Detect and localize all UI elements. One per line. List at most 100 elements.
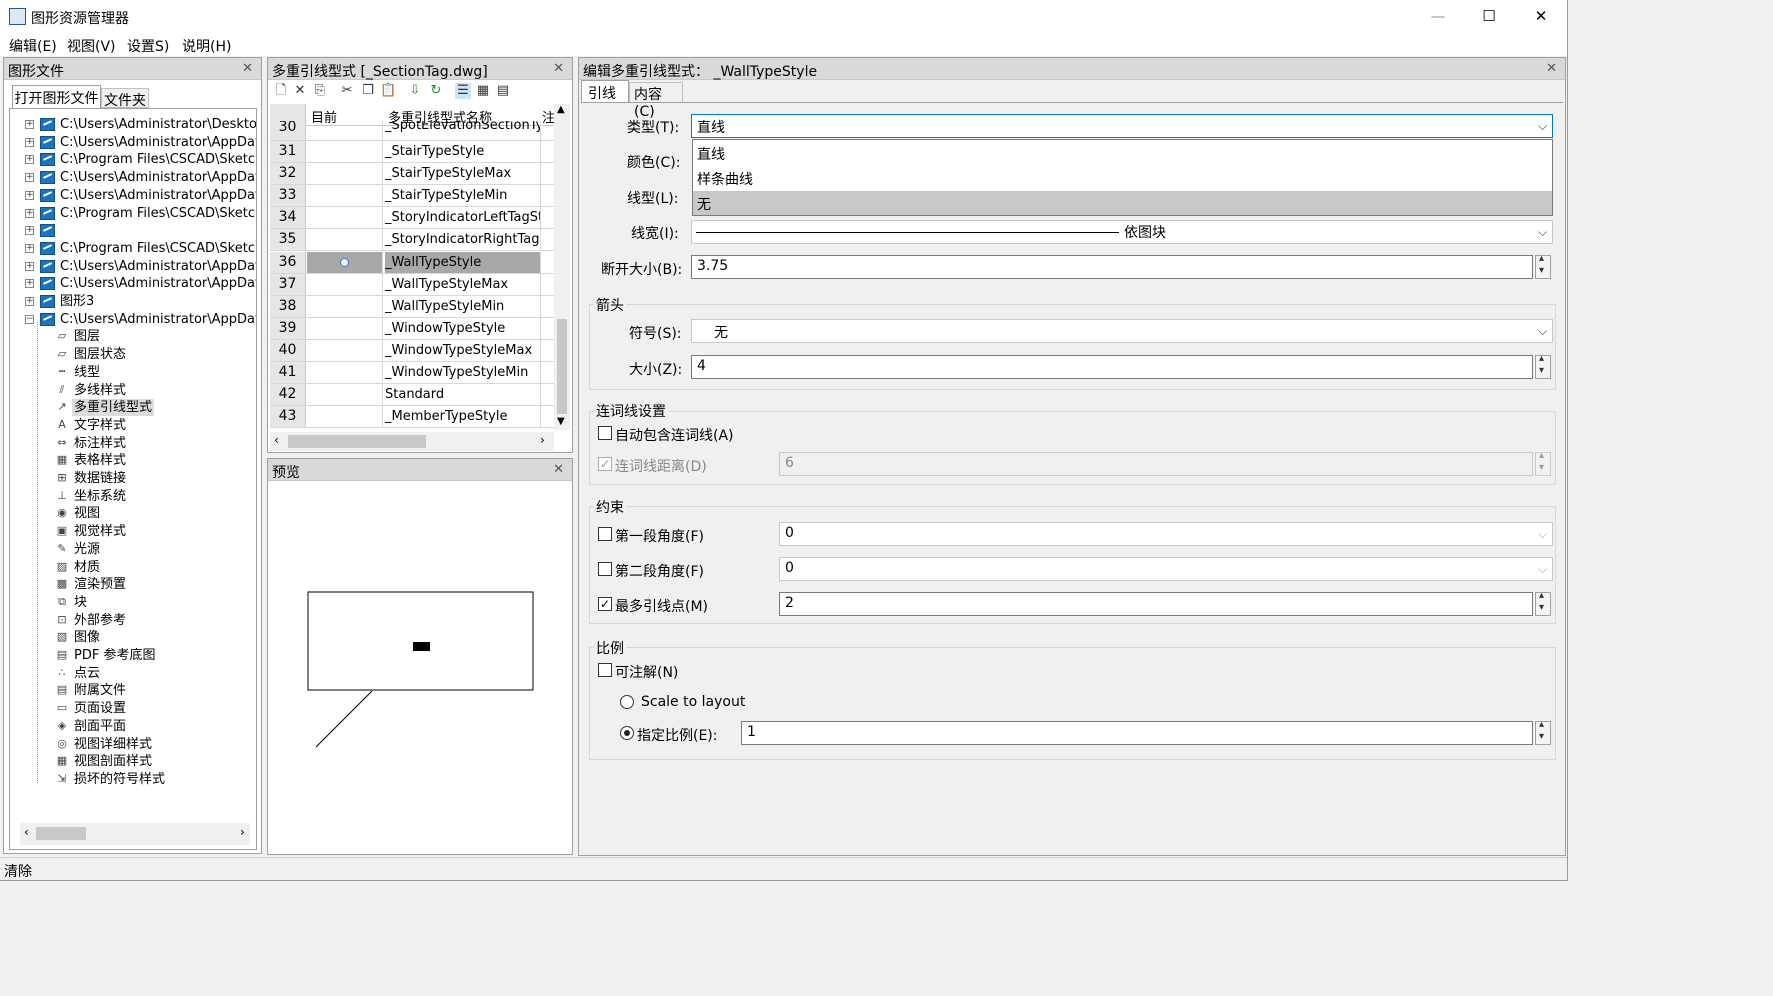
tree-resource-item[interactable]: ▦ 表格样式 — [55, 452, 255, 469]
tree-file-item[interactable]: + C:\Users\Administrator\Desktop\1 — [20, 116, 256, 133]
tree-resource-item[interactable]: ┅ 线型 — [55, 364, 255, 381]
horizontal-scrollbar[interactable]: ‹ › — [270, 432, 554, 451]
table-row[interactable]: 39 _WindowTypeStyle — [270, 317, 554, 340]
break-size-spinner[interactable] — [1535, 253, 1551, 279]
current-cell[interactable] — [307, 273, 383, 295]
list-view-icon[interactable]: ☰ — [455, 83, 471, 99]
table-row[interactable]: 34 _StoryIndicatorLeftTagSty — [270, 207, 554, 230]
tree-resource-item[interactable]: ↗ 多重引线型式 — [55, 399, 255, 417]
type-option-spline[interactable]: 样条曲线 — [693, 166, 1552, 190]
tab-content[interactable]: 内容(C) — [629, 82, 683, 120]
detail-view-icon[interactable]: ▤ — [495, 83, 511, 99]
first-angle-dropdown[interactable]: 0 — [779, 522, 1553, 546]
tree-resource-item[interactable]: ▦ 视图剖面样式 — [55, 753, 255, 770]
tree-resource-item[interactable]: ◎ 视图详细样式 — [55, 736, 255, 753]
expand-icon[interactable]: + — [25, 297, 34, 306]
chevron-down-icon[interactable]: ⌵ — [1538, 119, 1547, 134]
tree-resource-item[interactable]: ⇲ 损坏的符号样式 — [55, 771, 255, 788]
expand-icon[interactable]: + — [25, 261, 34, 271]
table-row[interactable]: 40 _WindowTypeStyleMax — [270, 339, 554, 362]
landing-distance-checkbox[interactable]: ✓ — [598, 457, 612, 471]
landing-distance-input[interactable]: 6 — [779, 452, 1533, 476]
landing-distance-spinner[interactable] — [1535, 450, 1551, 476]
close-icon[interactable]: ✕ — [1546, 61, 1557, 76]
tree-resource-item[interactable]: ◉ 视图 — [55, 505, 255, 522]
tree-resource-item[interactable]: ✎ 光源 — [55, 541, 255, 558]
type-option-none[interactable]: 无 — [693, 191, 1552, 215]
table-row[interactable]: 41 _WindowTypeStyleMin — [270, 362, 554, 384]
tree-file-item[interactable]: + C:\Users\Administrator\AppData\I — [20, 134, 256, 151]
tree-resource-item[interactable]: ▧ 图像 — [55, 629, 255, 646]
tree-file-item[interactable]: + C:\Program Files\CSCAD\Sketcher — [20, 205, 256, 222]
delete-icon[interactable]: ✕ — [292, 83, 308, 99]
tree-file-item[interactable]: + C:\Program Files\CSCAD\Sketcher — [20, 240, 256, 257]
expand-icon[interactable]: + — [25, 155, 34, 165]
paste-icon[interactable]: 📋 — [380, 83, 396, 99]
tree-resource-item[interactable]: ⊞ 数据链接 — [55, 470, 255, 487]
table-row[interactable]: 31 _StairTypeStyle — [270, 141, 554, 163]
tab-leader[interactable]: 引线 — [581, 80, 629, 102]
table-row[interactable]: 35 _StoryIndicatorRightTagSt — [270, 229, 554, 252]
table-row[interactable]: 32 _StairTypeStyleMax — [270, 163, 554, 186]
close-button[interactable]: ✕ — [1515, 0, 1567, 33]
tree-resource-item[interactable]: ▭ 页面设置 — [55, 700, 255, 717]
expand-icon[interactable]: + — [25, 173, 34, 183]
minimize-button[interactable]: — — [1412, 0, 1464, 33]
second-angle-checkbox[interactable] — [598, 562, 612, 576]
tree-file-item[interactable]: − C:\Users\Administrator\AppData\I — [20, 311, 256, 328]
tree-file-item[interactable]: + 图形3 — [20, 293, 256, 310]
tree-file-item[interactable]: + C:\Users\Administrator\AppData\I — [20, 275, 256, 292]
table-row[interactable]: 37 _WallTypeStyleMax — [270, 273, 554, 296]
current-cell[interactable] — [307, 362, 383, 383]
chevron-down-icon[interactable]: ⌵ — [1538, 225, 1547, 240]
tree-resource-item[interactable]: ⊥ 坐标系统 — [55, 488, 255, 505]
specify-scale-spinner[interactable] — [1535, 719, 1551, 745]
load-icon[interactable]: ⇩ — [407, 83, 423, 99]
tree-file-item[interactable]: + C:\Users\Administrator\AppData\I — [20, 258, 256, 275]
tree-resource-item[interactable]: ∴ 点云 — [55, 665, 255, 682]
new-icon[interactable]: 🗋 — [273, 83, 289, 99]
current-cell[interactable] — [307, 163, 383, 185]
type-option-line[interactable]: 直线 — [693, 141, 1552, 165]
expand-icon[interactable]: + — [25, 208, 34, 218]
current-cell[interactable] — [307, 185, 383, 207]
current-cell[interactable] — [307, 317, 383, 339]
table-row[interactable]: 33 _StairTypeStyleMin — [270, 185, 554, 208]
current-cell[interactable] — [307, 295, 383, 317]
maximize-button[interactable]: ☐ — [1463, 0, 1515, 33]
expand-icon[interactable]: + — [25, 190, 34, 200]
arrow-size-spinner[interactable] — [1535, 353, 1551, 379]
symbol-dropdown[interactable]: 无 — [691, 319, 1553, 343]
second-angle-dropdown[interactable]: 0 — [779, 557, 1553, 581]
expand-icon[interactable]: + — [25, 243, 34, 253]
arrow-size-input[interactable]: 4 — [691, 355, 1533, 379]
tree-file-item[interactable]: + C:\Users\Administrator\AppData\I — [20, 187, 256, 204]
tree-file-item[interactable]: + — [20, 222, 256, 239]
break-size-input[interactable]: 3.75 — [691, 255, 1533, 279]
type-dropdown[interactable]: 直线 — [691, 114, 1553, 138]
table-row[interactable]: 43 _MemberTypeStyle — [270, 406, 554, 429]
icon-view-icon[interactable]: ▦ — [475, 83, 491, 99]
tree-resource-item[interactable]: ◈ 剖面平面 — [55, 718, 255, 735]
current-cell[interactable] — [307, 207, 383, 229]
menu-settings[interactable]: 设置S) — [127, 36, 169, 56]
current-cell[interactable] — [307, 406, 383, 428]
menu-edit[interactable]: 编辑(E) — [9, 36, 57, 56]
specify-scale-radio[interactable] — [620, 726, 634, 740]
current-cell[interactable] — [307, 229, 383, 251]
auto-landing-checkbox[interactable] — [598, 426, 612, 440]
current-cell[interactable] — [307, 121, 383, 140]
max-points-checkbox[interactable]: ✓ — [598, 597, 612, 611]
close-icon[interactable]: ✕ — [553, 61, 564, 76]
scale-to-layout-radio[interactable] — [620, 695, 634, 709]
expand-icon[interactable]: + — [25, 279, 34, 289]
current-cell[interactable] — [307, 384, 383, 406]
refresh-icon[interactable]: ↻ — [428, 83, 444, 99]
menu-view[interactable]: 视图(V) — [67, 36, 116, 56]
lineweight-dropdown[interactable]: 依图块 — [691, 220, 1553, 244]
annotative-checkbox[interactable] — [598, 663, 612, 677]
tree-resource-item[interactable]: ▣ 视觉样式 — [55, 523, 255, 540]
expand-icon[interactable]: + — [25, 226, 34, 236]
chevron-down-icon[interactable]: ⌵ — [1538, 324, 1547, 339]
tree-resource-item[interactable]: ▩ 渲染预置 — [55, 576, 255, 593]
